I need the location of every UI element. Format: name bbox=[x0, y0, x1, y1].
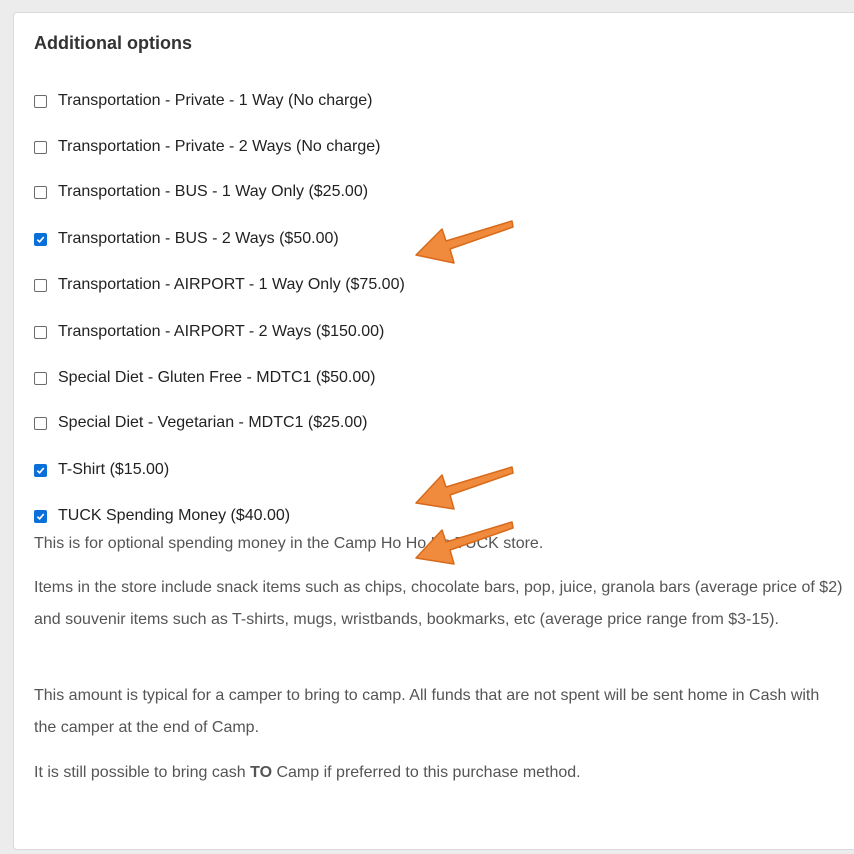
option-label: Special Diet - Gluten Free - MDTC1 ($50.… bbox=[58, 369, 376, 386]
checkbox[interactable] bbox=[34, 278, 47, 292]
checkbox[interactable] bbox=[34, 325, 47, 339]
option-label: Transportation - BUS - 2 Ways ($50.00) bbox=[58, 230, 339, 247]
option-diet-vegetarian[interactable]: Special Diet - Vegetarian - MDTC1 ($25.0… bbox=[34, 411, 367, 435]
option-diet-gluten-free[interactable]: Special Diet - Gluten Free - MDTC1 ($50.… bbox=[34, 366, 375, 390]
option-label: Special Diet - Vegetarian - MDTC1 ($25.0… bbox=[58, 414, 368, 431]
option-transport-bus-1way[interactable]: Transportation - BUS - 1 Way Only ($25.0… bbox=[34, 180, 368, 204]
option-transport-private-1way[interactable]: Transportation - Private - 1 Way (No cha… bbox=[34, 89, 372, 113]
option-label: Transportation - BUS - 1 Way Only ($25.0… bbox=[58, 183, 369, 200]
option-transport-airport-2ways[interactable]: Transportation - AIRPORT - 2 Ways ($150.… bbox=[34, 320, 384, 344]
option-tshirt[interactable]: T-Shirt ($15.00) bbox=[34, 458, 169, 482]
annotation-arrow-icon bbox=[415, 220, 514, 264]
additional-options-panel: Additional options Transportation - Priv… bbox=[13, 12, 854, 850]
option-tuck-spending-money[interactable]: TUCK Spending Money ($40.00) bbox=[34, 504, 290, 528]
option-transport-bus-2ways[interactable]: Transportation - BUS - 2 Ways ($50.00) bbox=[34, 227, 339, 251]
option-label: Transportation - AIRPORT - 1 Way Only ($… bbox=[58, 276, 405, 293]
checkbox[interactable] bbox=[34, 463, 47, 477]
checkbox[interactable] bbox=[34, 509, 47, 523]
tuck-description-typical: This amount is typical for a camper to b… bbox=[34, 687, 820, 736]
option-label: TUCK Spending Money ($40.00) bbox=[58, 507, 291, 524]
cash-note-text-end: Camp if preferred to this purchase metho… bbox=[272, 764, 581, 781]
cash-note-emphasis: TO bbox=[250, 764, 273, 781]
option-label: Transportation - Private - 1 Way (No cha… bbox=[58, 92, 373, 109]
option-label: Transportation - Private - 2 Ways (No ch… bbox=[58, 138, 381, 155]
checkbox[interactable] bbox=[34, 185, 47, 199]
tuck-description-cash-note: It is still possible to bring cash TO Ca… bbox=[34, 757, 844, 789]
option-transport-private-2ways[interactable]: Transportation - Private - 2 Ways (No ch… bbox=[34, 135, 380, 159]
cash-note-text: It is still possible to bring cash bbox=[34, 764, 251, 781]
checkbox[interactable] bbox=[34, 371, 47, 385]
option-label: Transportation - AIRPORT - 2 Ways ($150.… bbox=[58, 323, 385, 340]
checkbox[interactable] bbox=[34, 140, 47, 154]
option-label: T-Shirt ($15.00) bbox=[58, 461, 170, 478]
checkbox[interactable] bbox=[34, 232, 47, 246]
checkbox[interactable] bbox=[34, 94, 47, 108]
annotation-arrow-icon bbox=[415, 521, 514, 565]
section-title: Additional options bbox=[34, 33, 192, 53]
checkbox[interactable] bbox=[34, 416, 47, 430]
tuck-description-items: Items in the store include snack items s… bbox=[34, 579, 843, 628]
option-transport-airport-1way[interactable]: Transportation - AIRPORT - 1 Way Only ($… bbox=[34, 273, 405, 297]
